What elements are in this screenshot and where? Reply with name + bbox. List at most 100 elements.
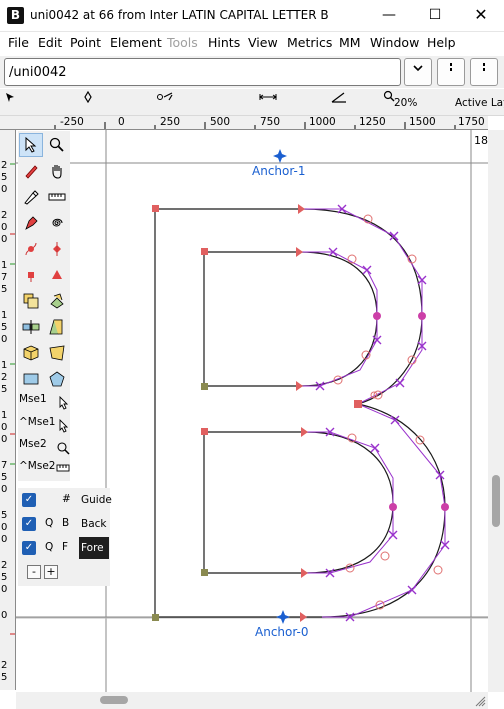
ruler-label: 1500 (409, 116, 436, 128)
menu-tools: Tools (167, 35, 198, 50)
zoom-level: 20% (394, 97, 418, 109)
layer-fore-checkbox[interactable]: ✓ (22, 541, 36, 555)
menu-element[interactable]: Element (110, 35, 162, 50)
corner-point-icon (28, 272, 34, 282)
svg-text:0: 0 (1, 234, 7, 245)
ruler-label: 0 (118, 116, 125, 128)
svg-text:5: 5 (1, 510, 7, 521)
ctrl-mse2-ruler-icon (56, 464, 70, 472)
3d-rotate-tool[interactable] (19, 341, 43, 365)
ruler-label: 1750 (458, 116, 485, 128)
magnify-tool[interactable] (45, 133, 69, 157)
svg-text:5: 5 (1, 384, 7, 395)
layer-fore-name[interactable]: Fore (79, 537, 109, 559)
rotate-tool[interactable] (45, 289, 69, 313)
svg-text:5: 5 (1, 472, 7, 483)
layer-guide-name[interactable]: Guide (79, 489, 112, 511)
ruler-label: -250 (60, 116, 84, 128)
ruler-icon (48, 193, 66, 201)
point-coord-icon (84, 91, 92, 103)
corner-point-tool[interactable] (19, 263, 43, 287)
glyph-name-bar (0, 56, 504, 88)
pentagon-icon (49, 371, 65, 387)
svg-text:0: 0 (1, 422, 7, 433)
scroll-tool[interactable] (45, 159, 69, 183)
relative-pointer-icon (157, 92, 173, 101)
svg-text:0: 0 (1, 534, 7, 545)
menu-hints[interactable]: Hints (208, 35, 240, 50)
close-button[interactable]: ✕ (458, 0, 504, 32)
glyph-canvas[interactable]: Anchor-1 Anchor-0 (16, 130, 488, 692)
layer-back-name[interactable]: Back (79, 513, 109, 535)
layer-back-kind: B (62, 517, 70, 529)
menu-view[interactable]: View (248, 35, 278, 50)
layer-guide-checkbox[interactable]: ✓ (22, 493, 36, 507)
flip-tool[interactable] (19, 315, 43, 339)
svg-text:2: 2 (1, 560, 7, 571)
menu-edit[interactable]: Edit (38, 35, 62, 50)
next-glyph-button[interactable] (470, 58, 498, 86)
svg-text:5: 5 (1, 172, 7, 183)
hv-curve-tool[interactable] (45, 237, 69, 261)
curve-point-icon (25, 242, 37, 256)
svg-text:0: 0 (1, 522, 7, 533)
svg-text:7: 7 (1, 460, 7, 471)
spiro-tool[interactable] (45, 211, 69, 235)
layer-fore-kind: F (62, 541, 69, 553)
anchor-label-0: Anchor-0 (255, 625, 309, 639)
ruler-label: 500 (210, 116, 231, 128)
knife-tool[interactable] (19, 185, 43, 209)
info-bar: 20% Active Lay (0, 89, 504, 116)
anchor-label-1: Anchor-1 (252, 164, 306, 178)
svg-text:7: 7 (1, 272, 7, 283)
svg-text:0: 0 (1, 184, 7, 195)
ruler-corner-value: 18 (474, 134, 488, 147)
curve-point-tool[interactable] (19, 237, 43, 261)
pointer-tool[interactable] (19, 133, 43, 157)
glyph-dropdown-button[interactable] (404, 58, 432, 86)
pen-tool[interactable] (19, 211, 43, 235)
perspective-tool[interactable] (45, 341, 69, 365)
skew-tool[interactable] (45, 315, 69, 339)
horizontal-scrollbar[interactable] (16, 692, 488, 709)
layer-fore-type: Q (45, 541, 54, 553)
rectangle-tool[interactable] (19, 367, 43, 391)
tangent-point-tool[interactable] (45, 263, 69, 287)
layer-guide-type: # (62, 493, 71, 505)
menu-metrics[interactable]: Metrics (287, 35, 332, 50)
spiral-icon (52, 218, 63, 227)
magnifier-icon (49, 137, 64, 152)
prev-glyph-icon (450, 63, 452, 71)
resize-grip-icon[interactable] (474, 695, 486, 707)
maximize-button[interactable]: ☐ (412, 0, 458, 32)
horizontal-ruler: -250 0 250 500 750 1000 1250 1500 1750 (0, 116, 488, 130)
menu-bar: File Edit Point Element Tools Hints View… (0, 32, 504, 54)
menu-file[interactable]: File (8, 35, 29, 50)
remove-layer-button[interactable]: - (27, 565, 41, 579)
ruler-label: 250 (160, 116, 181, 128)
ruler-tool[interactable] (45, 185, 69, 209)
svg-text:5: 5 (1, 572, 7, 583)
scale-tool[interactable] (19, 289, 43, 313)
menu-point[interactable]: Point (70, 35, 101, 50)
prev-glyph-button[interactable] (437, 58, 465, 86)
mse1-pointer-icon (59, 396, 68, 410)
rectangle-icon (23, 373, 39, 385)
minimize-button[interactable]: — (366, 0, 412, 32)
vertical-scrollbar[interactable] (488, 130, 504, 692)
add-layer-button[interactable]: + (44, 565, 58, 579)
polygon-tool[interactable] (45, 367, 69, 391)
glyph-name-input[interactable] (4, 58, 401, 86)
horizontal-scroll-thumb[interactable] (100, 696, 128, 704)
vertical-ruler-marks: 250 200 175 150 125 100 750 500 250 0 25 (1, 160, 15, 683)
menu-mm[interactable]: MM (339, 35, 361, 50)
vertical-scroll-thumb[interactable] (492, 475, 500, 527)
menu-help[interactable]: Help (427, 35, 456, 50)
tangent-point-icon (52, 270, 62, 279)
outer-contour (154, 208, 446, 618)
svg-text:2: 2 (1, 660, 7, 671)
cube-icon (23, 345, 39, 361)
freehand-tool[interactable] (19, 159, 43, 183)
layer-back-checkbox[interactable]: ✓ (22, 517, 36, 531)
menu-window[interactable]: Window (370, 35, 419, 50)
